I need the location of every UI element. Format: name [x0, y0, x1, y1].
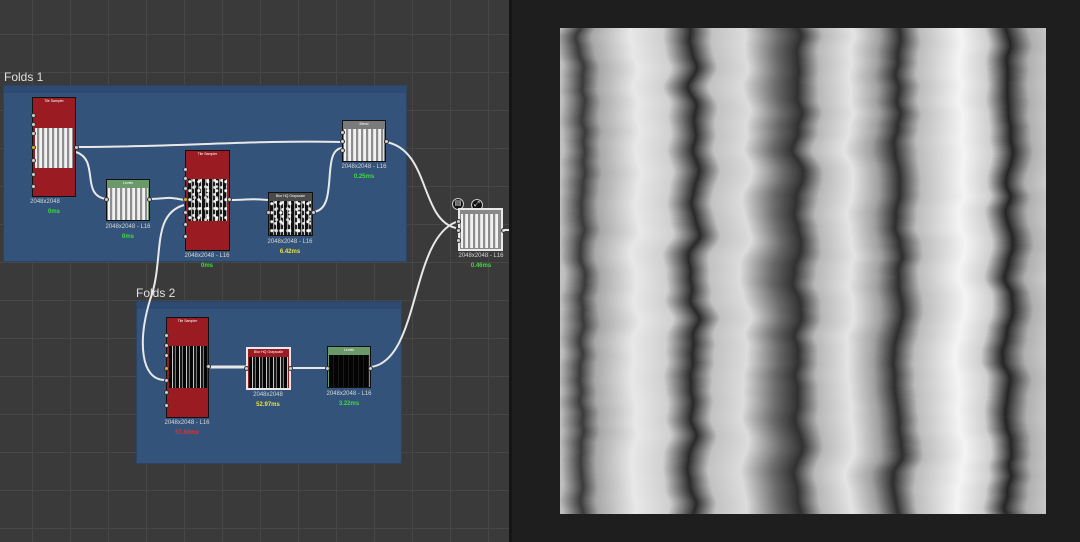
node-title: Blur HQ Grayscale — [253, 350, 284, 354]
input-pin[interactable] — [456, 228, 461, 233]
frame-header — [4, 86, 406, 93]
input-pin[interactable] — [183, 197, 188, 202]
input-pin[interactable] — [183, 167, 188, 172]
node-title: Tile Sampler — [44, 99, 64, 103]
node-time-label: 6.42ms — [279, 249, 301, 255]
input-pin[interactable] — [164, 333, 169, 338]
input-pin[interactable] — [164, 343, 169, 348]
node-size-label: 2048x2048 - L16 — [326, 391, 372, 397]
output-pin[interactable] — [147, 197, 152, 202]
node-title: Levels — [343, 348, 355, 352]
texture-preview[interactable] — [560, 28, 1046, 514]
node-blend-1[interactable]: Blend — [342, 120, 386, 162]
node-size-label: 2048x2048 — [253, 392, 283, 398]
frame-header — [137, 302, 401, 309]
input-pin[interactable] — [244, 366, 249, 371]
frame-title-folds-1: Folds 1 — [4, 70, 44, 84]
node-size-label: 2048x2048 - L16 — [184, 253, 230, 259]
node-size-label: 2048x2048 - L16 — [105, 224, 151, 230]
node-time-label: 0.46ms — [470, 263, 492, 269]
node-time-label: 0ms — [200, 263, 214, 269]
input-pin[interactable] — [183, 186, 188, 191]
node-time-label: 52.97ms — [256, 402, 280, 408]
input-pin[interactable] — [31, 113, 36, 118]
input-pin[interactable] — [183, 234, 188, 239]
node-thumbnail — [461, 214, 500, 248]
frame-title-folds-2: Folds 2 — [136, 286, 176, 300]
output-pin[interactable] — [384, 139, 389, 144]
input-pin[interactable] — [164, 366, 169, 371]
output-pin[interactable] — [288, 366, 293, 371]
input-pin[interactable] — [183, 210, 188, 215]
output-pin[interactable] — [368, 366, 373, 371]
node-title: Tile Sampler — [197, 152, 218, 156]
node-graph-canvas[interactable]: Folds 1 Folds 2 Tile Sampler 2048x2048 0… — [0, 0, 510, 542]
node-title: Tile Sampler — [177, 319, 198, 323]
node-tile-sampler-2[interactable]: Tile Sampler — [185, 150, 230, 251]
input-pin[interactable] — [164, 403, 169, 408]
output-pin[interactable] — [311, 210, 316, 215]
node-size-label: 2048x2048 - L16 — [458, 253, 504, 259]
node-time-label: 0.25ms — [353, 174, 375, 180]
input-pin[interactable] — [164, 353, 169, 358]
output-pin[interactable] — [206, 364, 211, 369]
input-pin[interactable] — [104, 197, 109, 202]
input-pin[interactable] — [266, 210, 271, 215]
input-pin[interactable] — [31, 145, 36, 150]
input-pin[interactable] — [456, 238, 461, 243]
input-pin[interactable] — [164, 378, 169, 383]
input-pin[interactable] — [456, 219, 461, 224]
node-thumbnail — [108, 188, 148, 220]
input-pin[interactable] — [31, 122, 36, 127]
input-pin[interactable] — [340, 130, 345, 135]
node-time-label: 0ms — [47, 209, 61, 215]
node-size-label: 2048x2048 — [30, 199, 60, 205]
input-pin[interactable] — [325, 366, 330, 371]
node-thumbnail — [329, 355, 369, 387]
input-pin[interactable] — [340, 148, 345, 153]
node-thumbnail — [344, 129, 384, 161]
node-levels-2[interactable]: Levels — [327, 346, 371, 388]
node-thumbnail — [188, 179, 227, 221]
output-pin[interactable] — [74, 145, 79, 150]
node-title: Blend — [359, 122, 369, 126]
input-pin[interactable] — [183, 176, 188, 181]
input-pin[interactable] — [183, 222, 188, 227]
node-thumbnail — [169, 346, 207, 388]
node-tile-sampler-1[interactable]: Tile Sampler — [32, 97, 76, 197]
node-time-label: 0ms — [121, 234, 135, 240]
input-pin[interactable] — [31, 131, 36, 136]
input-pin[interactable] — [31, 184, 36, 189]
node-tile-sampler-3[interactable]: Tile Sampler — [166, 317, 209, 418]
input-pin[interactable] — [340, 139, 345, 144]
node-size-label: 2048x2048 - L16 — [164, 420, 210, 426]
input-pin[interactable] — [31, 172, 36, 177]
node-size-label: 2048x2048 - L16 — [341, 164, 387, 170]
node-title: Blur HQ Grayscale — [275, 194, 306, 198]
node-thumbnail — [35, 128, 73, 168]
output-pin[interactable] — [227, 197, 232, 202]
node-blur-hq-grayscale-1[interactable]: Blur HQ Grayscale — [268, 192, 313, 236]
node-levels-1[interactable]: Levels — [106, 179, 150, 221]
node-time-label: 3.22ms — [338, 401, 360, 407]
input-pin[interactable] — [164, 390, 169, 395]
node-blur-hq-grayscale-2[interactable]: Blur HQ Grayscale — [246, 347, 291, 390]
node-thumbnail — [249, 357, 288, 388]
node-size-label: 2048x2048 - L16 — [267, 239, 313, 245]
node-time-label: 57.60ms — [175, 430, 199, 436]
node-output[interactable] — [458, 208, 503, 251]
node-title: Levels — [122, 181, 134, 185]
input-pin[interactable] — [31, 158, 36, 163]
node-thumbnail — [270, 201, 311, 235]
